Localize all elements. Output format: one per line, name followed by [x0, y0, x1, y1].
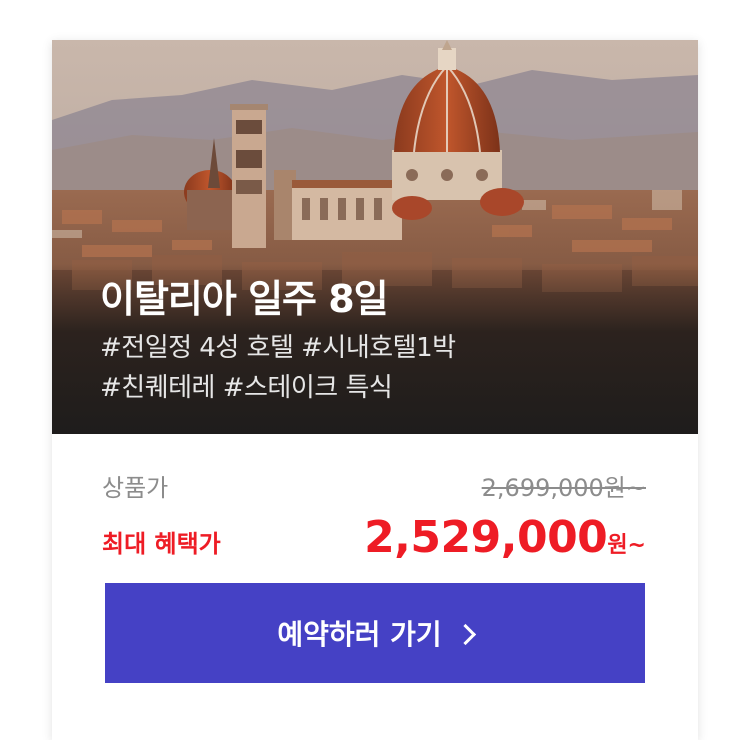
reserve-button[interactable]: 예약하러 가기 — [105, 583, 645, 683]
benefit-price: 2,529,000원~ — [364, 512, 646, 563]
benefit-price-value: 2,529,000 — [364, 512, 608, 563]
benefit-price-unit: 원~ — [607, 533, 646, 558]
hero-image: 이탈리아 일주 8일 #전일정 4성 호텔 #시내호텔1박 #친퀘테레 #스테이… — [52, 40, 698, 434]
normal-price-label: 상품가 — [102, 474, 169, 502]
tour-tags-line-2: #친퀘테레 #스테이크 특식 — [100, 373, 393, 403]
benefit-price-row: 최대 혜택가 2,529,000원~ — [102, 512, 646, 563]
tour-tags: #전일정 4성 호텔 #시내호텔1박 #친퀘테레 #스테이크 특식 — [100, 328, 456, 408]
reserve-button-label: 예약하러 가기 — [277, 618, 442, 651]
normal-price-row: 상품가 2,699,000원~ — [102, 468, 646, 503]
benefit-price-label: 최대 혜택가 — [102, 530, 221, 558]
original-price: 2,699,000원~ — [481, 474, 646, 502]
tour-title: 이탈리아 일주 8일 — [100, 277, 389, 321]
tour-tags-line-1: #전일정 4성 호텔 #시내호텔1박 — [100, 333, 456, 363]
tour-card: 이탈리아 일주 8일 #전일정 4성 호텔 #시내호텔1박 #친퀘테레 #스테이… — [52, 40, 698, 740]
chevron-right-icon — [454, 623, 476, 645]
